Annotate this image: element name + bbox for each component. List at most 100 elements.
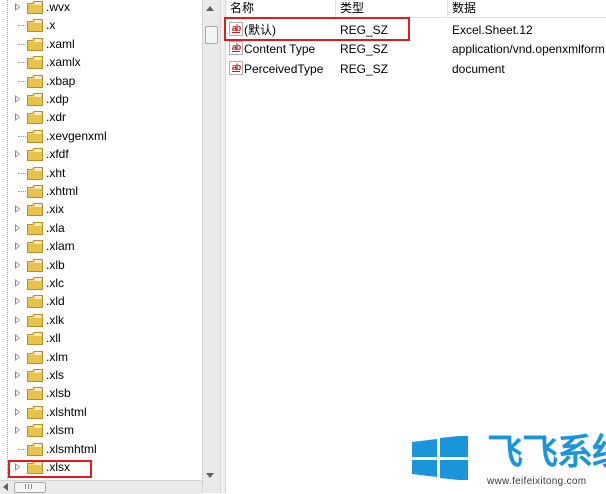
folder-icon xyxy=(27,129,43,143)
tree-item[interactable]: .xaml xyxy=(0,35,200,53)
tree-item-label: .xlk xyxy=(46,312,64,327)
tree-item[interactable]: .xdr xyxy=(0,108,200,126)
tree-item-label: .xls xyxy=(46,368,64,382)
folder-icon xyxy=(27,332,43,346)
tree-item[interactable]: .xlb xyxy=(0,256,200,274)
folder-icon xyxy=(27,111,43,125)
scroll-down-icon[interactable] xyxy=(206,473,214,478)
tree-vertical-scroll-thumb[interactable] xyxy=(205,26,218,44)
expand-arrow-icon[interactable] xyxy=(15,242,20,251)
expand-arrow-icon[interactable] xyxy=(15,3,20,11)
expand-arrow-icon[interactable] xyxy=(15,426,20,435)
tree-item-label: .x xyxy=(46,18,56,33)
tree-item[interactable]: .xld xyxy=(0,292,200,310)
folder-icon xyxy=(27,148,43,162)
folder-icon xyxy=(27,166,43,180)
watermark-title: 飞飞系统 xyxy=(487,432,606,473)
expand-arrow-icon[interactable] xyxy=(15,260,20,269)
folder-icon xyxy=(27,277,43,290)
tree-item[interactable]: .xht xyxy=(0,164,200,182)
registry-key-tree[interactable]: .wvx .x .xaml .xamlx .xbap .xdp .xdr .xevgenxml… xyxy=(0,0,202,493)
string-value-icon: ab xyxy=(229,41,243,55)
tree-item-label: .xdr xyxy=(46,110,67,125)
tree-item[interactable]: .xbap xyxy=(0,72,200,90)
column-header-data[interactable]: 数据 xyxy=(448,0,606,17)
tree-item-label: .xlm xyxy=(46,349,68,364)
expand-arrow-icon[interactable] xyxy=(15,334,20,343)
watermark-url: www.feifeixitong.com xyxy=(487,476,587,487)
tree-item-label: .xlc xyxy=(46,276,64,290)
value-row-perceived-type[interactable]: ab PerceivedType REG_SZ document xyxy=(226,60,606,79)
expand-arrow-icon[interactable] xyxy=(15,297,20,306)
expand-arrow-icon[interactable] xyxy=(15,279,20,287)
expand-arrow-icon[interactable] xyxy=(15,95,20,103)
tree-item-label: .xaml xyxy=(46,36,75,51)
tree-item-label: .xamlx xyxy=(46,55,81,70)
tree-item-label: .xlsm xyxy=(46,423,74,438)
folder-icon xyxy=(27,350,43,364)
tree-item-label: .xdp xyxy=(46,92,69,106)
expand-arrow-icon[interactable] xyxy=(15,389,20,398)
tree-item[interactable]: .xfdf xyxy=(0,145,200,163)
tree-item-label: .xht xyxy=(46,165,66,180)
value-type: REG_SZ xyxy=(340,62,389,76)
expand-arrow-icon[interactable] xyxy=(15,371,20,379)
folder-icon xyxy=(27,37,43,51)
expand-arrow-icon[interactable] xyxy=(15,223,20,232)
folder-icon xyxy=(27,442,43,456)
folder-icon xyxy=(27,93,43,106)
tree-item[interactable]: .xlsm xyxy=(0,421,200,439)
expand-arrow-icon[interactable] xyxy=(15,205,20,214)
expand-arrow-icon[interactable] xyxy=(15,150,20,159)
tree-item[interactable]: .xlshtml xyxy=(0,403,200,421)
tree-item[interactable]: .xlk xyxy=(0,311,200,329)
tree-item[interactable]: .xla xyxy=(0,219,200,237)
tree-item[interactable]: .xll xyxy=(0,329,200,347)
tree-vertical-scrollbar[interactable] xyxy=(202,0,220,493)
folder-icon xyxy=(27,387,43,401)
tree-item-label: .xfdf xyxy=(46,147,69,162)
expand-arrow-icon[interactable] xyxy=(15,352,20,361)
scroll-grip-icon xyxy=(25,484,33,489)
tree-item[interactable]: .xlam xyxy=(0,237,200,255)
tree-item[interactable]: .xix xyxy=(0,200,200,218)
column-header-type[interactable]: 类型 xyxy=(336,0,448,17)
windows-logo-icon xyxy=(412,436,468,480)
folder-icon xyxy=(27,424,43,438)
tree-item[interactable]: .xlsb xyxy=(0,384,200,402)
tree-connector xyxy=(18,191,26,192)
tree-item[interactable]: .xevgenxml xyxy=(0,127,200,145)
tree-item[interactable]: .xhtml xyxy=(0,182,200,200)
folder-icon xyxy=(27,313,43,327)
expand-arrow-icon[interactable] xyxy=(15,113,20,122)
tree-item-label: .xlb xyxy=(46,257,65,272)
folder-icon xyxy=(27,185,43,198)
tree-item-label: .xhtml xyxy=(46,184,79,198)
tree-item[interactable]: .xlc xyxy=(0,274,200,292)
tree-item[interactable]: .wvx xyxy=(0,0,200,16)
tree-item-label: .xlsmhtml xyxy=(46,441,97,456)
column-header-type-label: 类型 xyxy=(340,1,365,15)
scroll-left-icon[interactable] xyxy=(3,483,8,491)
tree-item-label: .wvx xyxy=(46,0,70,14)
value-row-content-type[interactable]: ab Content Type REG_SZ application/vnd.o… xyxy=(226,40,606,59)
folder-icon xyxy=(27,295,43,309)
folder-icon xyxy=(27,203,43,217)
tree-item[interactable]: .x xyxy=(0,16,200,34)
tree-item[interactable]: .xamlx xyxy=(0,53,200,71)
tree-connector xyxy=(18,448,26,450)
expand-arrow-icon[interactable] xyxy=(15,407,20,416)
tree-item[interactable]: .xls xyxy=(0,366,200,384)
values-list-header: 名称 类型 数据 xyxy=(226,0,606,18)
tree-item-label: .xix xyxy=(46,202,64,217)
expand-arrow-icon[interactable] xyxy=(15,315,20,324)
folder-icon xyxy=(27,19,43,33)
folder-icon xyxy=(27,221,43,235)
scroll-up-icon[interactable] xyxy=(206,6,214,11)
tree-item[interactable]: .xdp xyxy=(0,90,200,108)
tree-item[interactable]: .xlm xyxy=(0,348,200,366)
value-data: application/vnd.openxmlform xyxy=(452,42,605,56)
tree-item[interactable]: .xlsmhtml xyxy=(0,440,200,458)
column-header-name[interactable]: 名称 xyxy=(226,0,336,17)
tree-connector xyxy=(18,80,26,82)
